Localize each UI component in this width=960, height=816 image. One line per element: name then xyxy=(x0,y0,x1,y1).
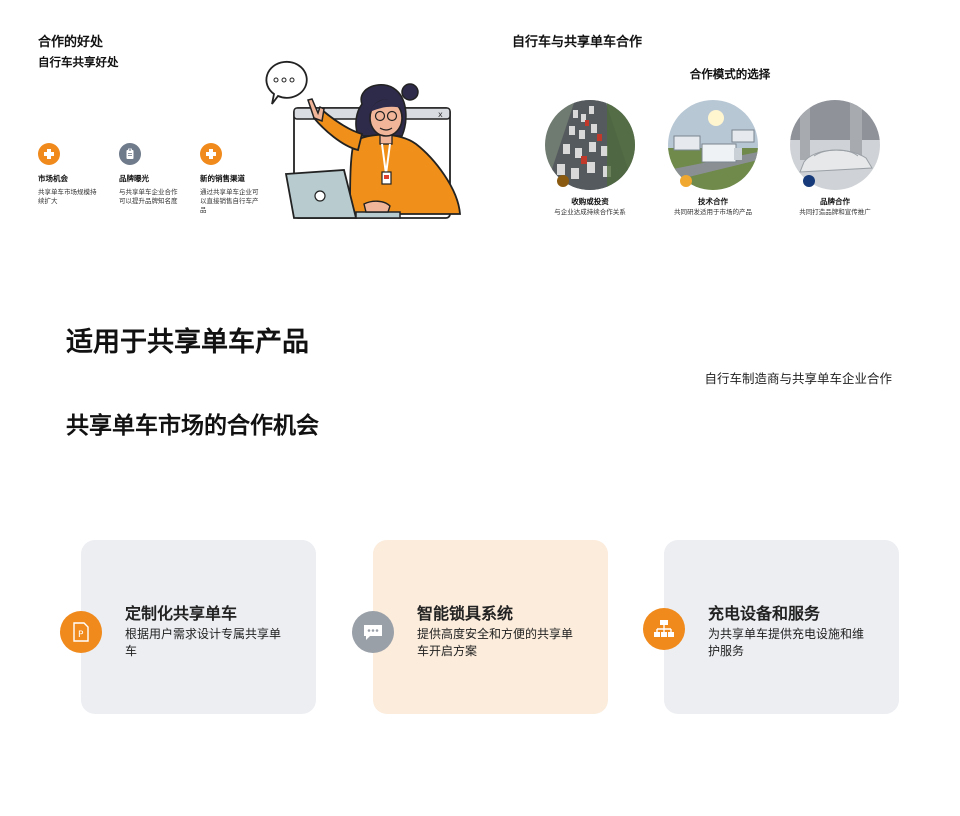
mode-desc: 共同打造品牌和宣传推广 xyxy=(799,208,871,216)
benefits-subtitle: 自行车共享好处 xyxy=(38,55,119,69)
clipboard-icon xyxy=(119,143,141,165)
mode-desc: 与企业达成持续合作关系 xyxy=(554,208,626,216)
svg-text:x: x xyxy=(438,110,443,119)
benefit-desc: 与共享单车企业合作可以提升品牌知名度 xyxy=(119,188,178,205)
benefit-item-market: 市场机会 共享单车市场规模持续扩大 xyxy=(38,143,102,206)
headline-opportunities: 共享单车市场的合作机会 xyxy=(66,413,319,439)
svg-text:P: P xyxy=(78,630,84,640)
benefit-title: 新的销售渠道 xyxy=(200,174,245,183)
card-desc: 根据用户需求设计专属共享单车 xyxy=(125,627,282,658)
card-title: 智能锁具系统 xyxy=(417,604,514,623)
network-icon xyxy=(643,608,685,650)
cooperation-title: 自行车与共享单车合作 xyxy=(512,35,643,50)
puzzle-icon xyxy=(38,143,60,165)
card-title: 定制化共享单车 xyxy=(125,604,238,623)
mode-title: 收购或投资 xyxy=(571,197,609,206)
benefit-item-channel: 新的销售渠道 通过共享单车企业可以直接销售自行车产品 xyxy=(200,143,264,215)
card-desc: 为共享单车提供充电设施和维护服务 xyxy=(708,627,865,658)
card-desc: 提供高度安全和方便的共享单车开启方案 xyxy=(417,627,574,658)
card-title: 充电设备和服务 xyxy=(708,604,821,623)
card-smart-lock: 智能锁具系统 提供高度安全和方便的共享单车开启方案 xyxy=(373,540,608,714)
cooperation-subtitle: 合作模式的选择 xyxy=(689,67,771,81)
mode-title: 技术合作 xyxy=(698,197,728,206)
mode-dot xyxy=(680,175,692,187)
headline-products: 适用于共享单车产品 xyxy=(66,327,309,358)
mode-dot xyxy=(557,175,569,187)
benefit-title: 市场机会 xyxy=(38,174,68,183)
benefit-desc: 通过共享单车企业可以直接销售自行车产品 xyxy=(200,188,259,214)
document-p-icon: P xyxy=(60,611,102,653)
puzzle-icon xyxy=(200,143,222,165)
side-note: 自行车制造商与共享单车企业合作 xyxy=(704,371,892,386)
benefit-item-brand: 品牌曝光 与共享单车企业合作可以提升品牌知名度 xyxy=(119,143,183,206)
benefit-desc: 共享单车市场规模持续扩大 xyxy=(38,188,97,205)
mode-desc: 共同研发适用于市场的产品 xyxy=(674,208,752,216)
benefits-title: 合作的好处 xyxy=(38,35,104,50)
mode-title: 品牌合作 xyxy=(820,197,850,206)
benefit-title: 品牌曝光 xyxy=(119,174,149,183)
woman-laptop-illustration: x xyxy=(262,58,462,222)
card-charging: 充电设备和服务 为共享单车提供充电设施和维护服务 xyxy=(664,540,899,714)
chat-bubble-icon xyxy=(352,611,394,653)
mode-dot xyxy=(803,175,815,187)
card-custom-bike: 定制化共享单车 根据用户需求设计专属共享单车 xyxy=(81,540,316,714)
